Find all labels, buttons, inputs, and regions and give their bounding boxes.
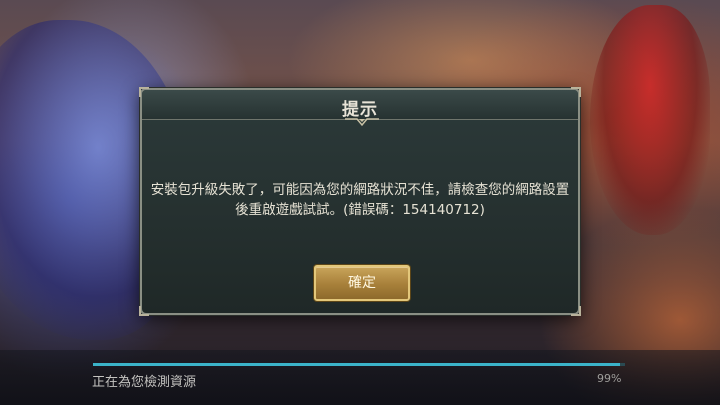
loading-percent-text: 99% bbox=[597, 372, 622, 385]
dialog-message: 安裝包升級失敗了，可能因為您的網路狀況不佳，請檢查您的網路設置後重啟遊戲試試。(… bbox=[150, 182, 570, 218]
header-ornament-icon bbox=[345, 118, 379, 127]
loading-status-text: 正在為您檢測資源 bbox=[92, 375, 197, 390]
alert-dialog: 提示 安裝包升級失敗了，可能因為您的網路狀況不佳，請檢查您的網路設置後重啟遊戲試… bbox=[139, 87, 581, 316]
confirm-button[interactable]: 確定 bbox=[314, 265, 410, 301]
hero-artwork-right bbox=[590, 5, 710, 235]
progress-fill bbox=[93, 363, 620, 366]
dialog-corner-ornament bbox=[139, 306, 149, 316]
dialog-corner-ornament bbox=[571, 306, 581, 316]
progress-bar bbox=[93, 363, 625, 366]
